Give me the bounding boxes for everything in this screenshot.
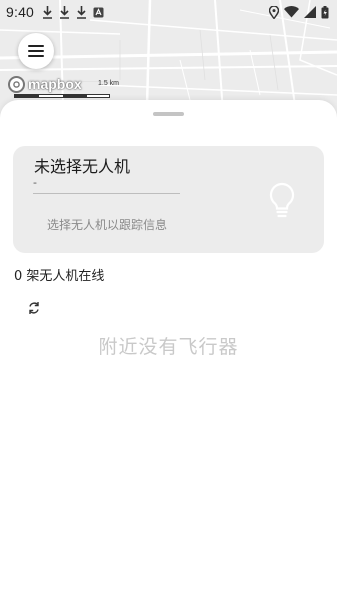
download-icon	[60, 5, 70, 19]
battery-icon	[321, 5, 329, 18]
refresh-icon	[29, 302, 39, 314]
refresh-button[interactable]	[26, 300, 42, 316]
hamburger-menu-icon	[28, 45, 44, 57]
drone-card-hint: 选择无人机以跟踪信息	[47, 218, 168, 232]
map-scale-bar: 1.5 km	[14, 80, 134, 100]
selected-drone-card[interactable]: 未选择无人机 - 选择无人机以跟踪信息	[13, 146, 324, 253]
signal-icon	[304, 6, 316, 18]
status-time: 9:40	[6, 4, 35, 20]
sheet-drag-handle[interactable]	[153, 112, 184, 116]
online-drone-count: 0 架无人机在线	[14, 269, 105, 284]
wifi-icon	[284, 6, 299, 18]
drone-card-subtitle: -	[33, 176, 37, 189]
empty-state-text: 附近没有飞行器	[98, 336, 239, 358]
location-icon	[269, 5, 279, 19]
scale-label: 1.5 km	[98, 80, 120, 87]
bottom-sheet[interactable]: 未选择无人机 - 选择无人机以跟踪信息 0 架无人机在线 附近没有飞行器	[0, 100, 337, 600]
lightbulb-icon	[269, 182, 295, 218]
system-icons	[269, 5, 329, 19]
app-notification-icon	[93, 7, 104, 17]
menu-button[interactable]	[18, 33, 54, 69]
drone-card-title: 未选择无人机	[34, 157, 131, 176]
download-icon	[43, 5, 53, 19]
notification-icons	[42, 5, 104, 19]
drone-card-divider	[33, 193, 180, 194]
status-bar: 9:40	[0, 0, 337, 24]
scale-bar-graphic	[14, 94, 110, 98]
download-icon	[77, 5, 87, 19]
